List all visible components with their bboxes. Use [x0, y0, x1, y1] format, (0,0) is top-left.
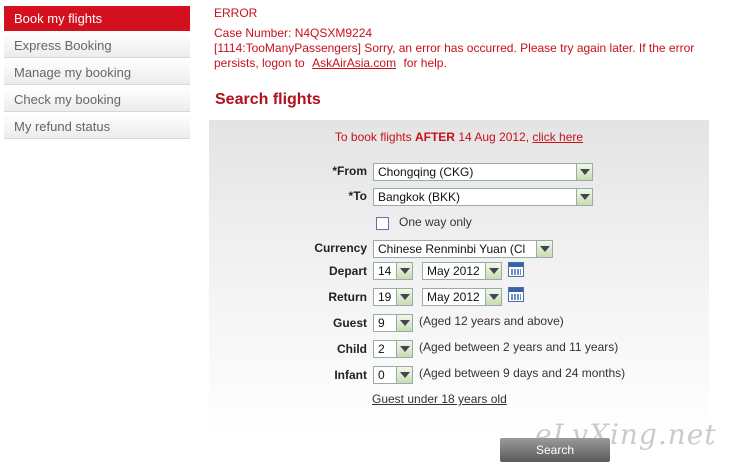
askairasia-link[interactable]: AskAirAsia.com	[312, 56, 396, 70]
chevron-down-icon[interactable]	[485, 263, 501, 279]
return-label: Return	[328, 290, 367, 304]
return-month-value: May 2012	[427, 290, 480, 304]
calendar-icon[interactable]	[508, 287, 524, 302]
sidebar-nav: Book my flights Express Booking Manage m…	[4, 6, 190, 141]
chevron-down-icon[interactable]	[485, 289, 501, 305]
currency-value: Chinese Renminbi Yuan (Cl	[378, 242, 526, 256]
one-way-checkbox[interactable]	[376, 217, 389, 230]
return-day-value: 19	[378, 290, 392, 304]
chevron-down-icon[interactable]	[396, 341, 412, 357]
to-select[interactable]: Bangkok (BKK)	[373, 188, 593, 206]
notice-date: 14 Aug 2012,	[458, 130, 530, 144]
sidebar-item-manage-booking[interactable]: Manage my booking	[4, 60, 190, 85]
from-label: *From	[332, 164, 367, 178]
child-value: 2	[378, 342, 385, 356]
chevron-down-icon[interactable]	[396, 367, 412, 383]
currency-label: Currency	[314, 241, 367, 255]
guest-hint: (Aged 12 years and above)	[419, 314, 564, 328]
depart-label: Depart	[328, 264, 367, 278]
error-text: [1114:TooManyPassengers] Sorry, an error…	[214, 41, 714, 71]
sidebar-item-check-booking[interactable]: Check my booking	[4, 87, 190, 112]
search-form-panel: To book flights AFTER 14 Aug 2012, click…	[209, 120, 709, 440]
depart-month-value: May 2012	[427, 264, 480, 278]
error-title: ERROR	[214, 6, 258, 20]
child-label: Child	[337, 342, 367, 356]
click-here-link[interactable]: click here	[532, 130, 583, 144]
chevron-down-icon[interactable]	[536, 241, 552, 257]
page-title: Search flights	[215, 91, 321, 108]
error-message: ERROR Case Number: N4QSXM9224 [1114:TooM…	[214, 6, 714, 71]
from-select[interactable]: Chongqing (CKG)	[373, 163, 593, 181]
notice-prefix: To book flights	[334, 130, 412, 144]
chevron-down-icon[interactable]	[576, 189, 592, 205]
return-month-select[interactable]: May 2012	[422, 288, 502, 306]
to-value: Bangkok (BKK)	[378, 190, 461, 204]
one-way-label: One way only	[399, 215, 472, 229]
guest-under-18-link[interactable]: Guest under 18 years old	[372, 392, 507, 406]
depart-day-value: 14	[378, 264, 392, 278]
chevron-down-icon[interactable]	[396, 315, 412, 331]
guest-select[interactable]: 9	[373, 314, 413, 332]
guest-value: 9	[378, 316, 385, 330]
infant-value: 0	[378, 368, 385, 382]
depart-day-select[interactable]: 14	[373, 262, 413, 280]
error-text-prefix: [1114:TooManyPassengers] Sorry, an error…	[214, 41, 695, 70]
currency-select[interactable]: Chinese Renminbi Yuan (Cl	[373, 240, 553, 258]
chevron-down-icon[interactable]	[396, 289, 412, 305]
child-hint: (Aged between 2 years and 11 years)	[419, 340, 619, 354]
sidebar-item-express-booking[interactable]: Express Booking	[4, 33, 190, 58]
to-label: *To	[348, 189, 367, 203]
chevron-down-icon[interactable]	[396, 263, 412, 279]
child-select[interactable]: 2	[373, 340, 413, 358]
booking-notice: To book flights AFTER 14 Aug 2012, click…	[209, 130, 709, 144]
chevron-down-icon[interactable]	[576, 164, 592, 180]
error-text-suffix: for help.	[403, 56, 447, 70]
return-day-select[interactable]: 19	[373, 288, 413, 306]
calendar-icon[interactable]	[508, 262, 524, 277]
case-number: Case Number: N4QSXM9224	[214, 26, 373, 40]
infant-label: Infant	[334, 368, 367, 382]
guest-label: Guest	[332, 316, 367, 330]
depart-month-select[interactable]: May 2012	[422, 262, 502, 280]
infant-select[interactable]: 0	[373, 366, 413, 384]
infant-hint: (Aged between 9 days and 24 months)	[419, 366, 626, 380]
sidebar-item-book-flights[interactable]: Book my flights	[4, 6, 190, 31]
search-button[interactable]: Search	[500, 438, 610, 462]
from-value: Chongqing (CKG)	[378, 165, 474, 179]
sidebar-item-refund-status[interactable]: My refund status	[4, 114, 190, 139]
notice-bold: AFTER	[414, 130, 455, 144]
